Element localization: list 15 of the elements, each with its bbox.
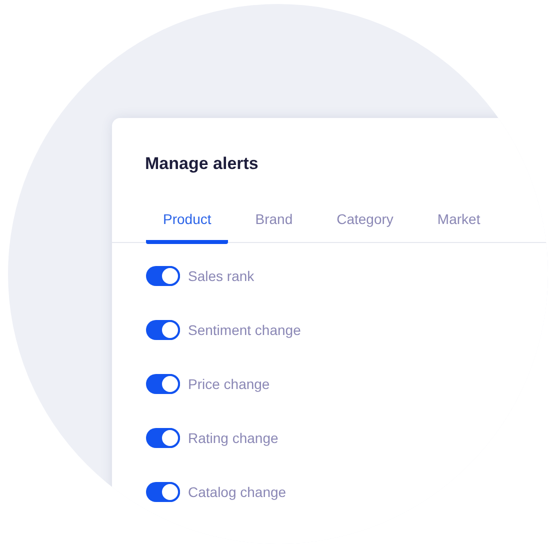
alert-label: Rating change <box>188 430 278 446</box>
toggle-switch[interactable] <box>146 374 180 394</box>
panel-title: Manage alerts <box>145 154 260 174</box>
tab[interactable]: Product <box>146 211 228 244</box>
tab[interactable]: Market <box>420 211 498 244</box>
toggle-switch[interactable] <box>146 266 180 286</box>
toggle-switch[interactable] <box>146 320 180 340</box>
alert-label: Sentiment change <box>188 322 301 338</box>
toggle-switch[interactable] <box>146 428 180 448</box>
tab[interactable]: Brand <box>238 211 310 244</box>
alert-label: Catalog change <box>188 484 286 500</box>
alert-label: Price change <box>188 376 270 392</box>
tab[interactable]: Category <box>320 211 410 244</box>
alert-label: Sales rank <box>188 268 254 284</box>
toggle-switch[interactable] <box>146 482 180 502</box>
